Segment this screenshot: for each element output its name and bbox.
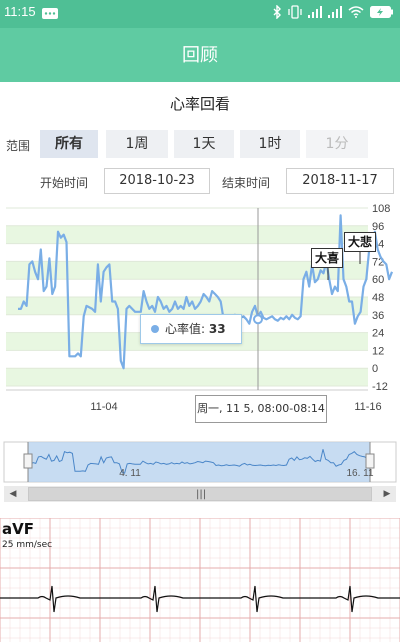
battery-charging-icon [370, 6, 393, 18]
flag-big-joy[interactable]: 大喜 [311, 248, 344, 268]
status-time: 11:15 [4, 4, 36, 19]
navigator-label: 16. 11 [346, 468, 373, 479]
navigator-handle-icon [23, 453, 33, 469]
hover-point [253, 314, 263, 325]
y-tick-label: 24 [372, 328, 384, 340]
navigator-handle-icon [365, 453, 375, 469]
range-label: 范围 [6, 139, 31, 153]
crosshair-time-label: 周一, 11 5, 08:00-08:14 [195, 395, 327, 423]
end-date-input[interactable]: 2018-11-17 [286, 168, 394, 194]
scroll-thumb[interactable]: ||| [28, 487, 372, 501]
range-button-day[interactable]: 1天 [174, 130, 234, 158]
ecg-strip [0, 518, 400, 642]
bluetooth-icon [273, 5, 281, 19]
message-icon [42, 8, 58, 19]
range-button-week[interactable]: 1周 [106, 130, 168, 158]
y-tick-label: 12 [372, 345, 384, 357]
grid-band [6, 368, 368, 386]
scroll-left-arrow-icon[interactable]: ◀ [4, 486, 22, 502]
ecg-lead-label: aVF [2, 520, 34, 538]
vibrate-icon [288, 5, 302, 19]
wifi-icon [348, 6, 364, 18]
y-tick-label: 108 [372, 203, 390, 215]
signal-icon [308, 6, 322, 18]
signal-icon-2 [328, 6, 342, 18]
start-date-input[interactable]: 2018-10-23 [104, 168, 210, 194]
end-date-label: 结束时间 [222, 176, 271, 190]
heart-rate-tooltip: 心率值: 33 [140, 314, 242, 344]
start-date-label: 开始时间 [40, 176, 89, 190]
flag-big-sorrow[interactable]: 大悲 [344, 232, 377, 252]
heart-rate-chart[interactable]: 10896847260483624120-1211-04 11-16 [0, 200, 400, 422]
x-tick-label: 11-04 [90, 401, 117, 413]
y-tick-label: -12 [372, 381, 388, 393]
status-bar: 11:15 [0, 0, 400, 28]
navigator-label: 4. 11 [119, 468, 141, 479]
x-tick-label: 11-16 [354, 401, 381, 413]
scroll-right-arrow-icon[interactable]: ▶ [378, 486, 396, 502]
tooltip-value: 33 [208, 322, 226, 336]
grip-icon: ||| [196, 489, 207, 500]
y-tick-label: 36 [372, 310, 384, 322]
y-tick-label: 60 [372, 274, 384, 286]
ecg-speed-label: 25 mm/sec [2, 540, 53, 550]
range-button-hour[interactable]: 1时 [240, 130, 300, 158]
page-subtitle: 心率回看 [169, 95, 230, 113]
app-bar: 回顾 [0, 28, 400, 82]
navigator-scrollbar[interactable]: ◀ ||| ▶ [4, 486, 396, 502]
y-tick-label: 0 [372, 363, 378, 375]
y-tick-label: 96 [372, 221, 384, 233]
range-button-all[interactable]: 所有 [40, 130, 98, 158]
range-button-minute: 1分 [306, 130, 368, 158]
navigator-chart[interactable]: 4. 11 16. 11 [0, 440, 400, 486]
tooltip-label: 心率值: [165, 322, 206, 336]
app-title: 回顾 [182, 45, 218, 66]
y-tick-label: 48 [372, 292, 384, 304]
tooltip-series-dot [151, 325, 159, 333]
